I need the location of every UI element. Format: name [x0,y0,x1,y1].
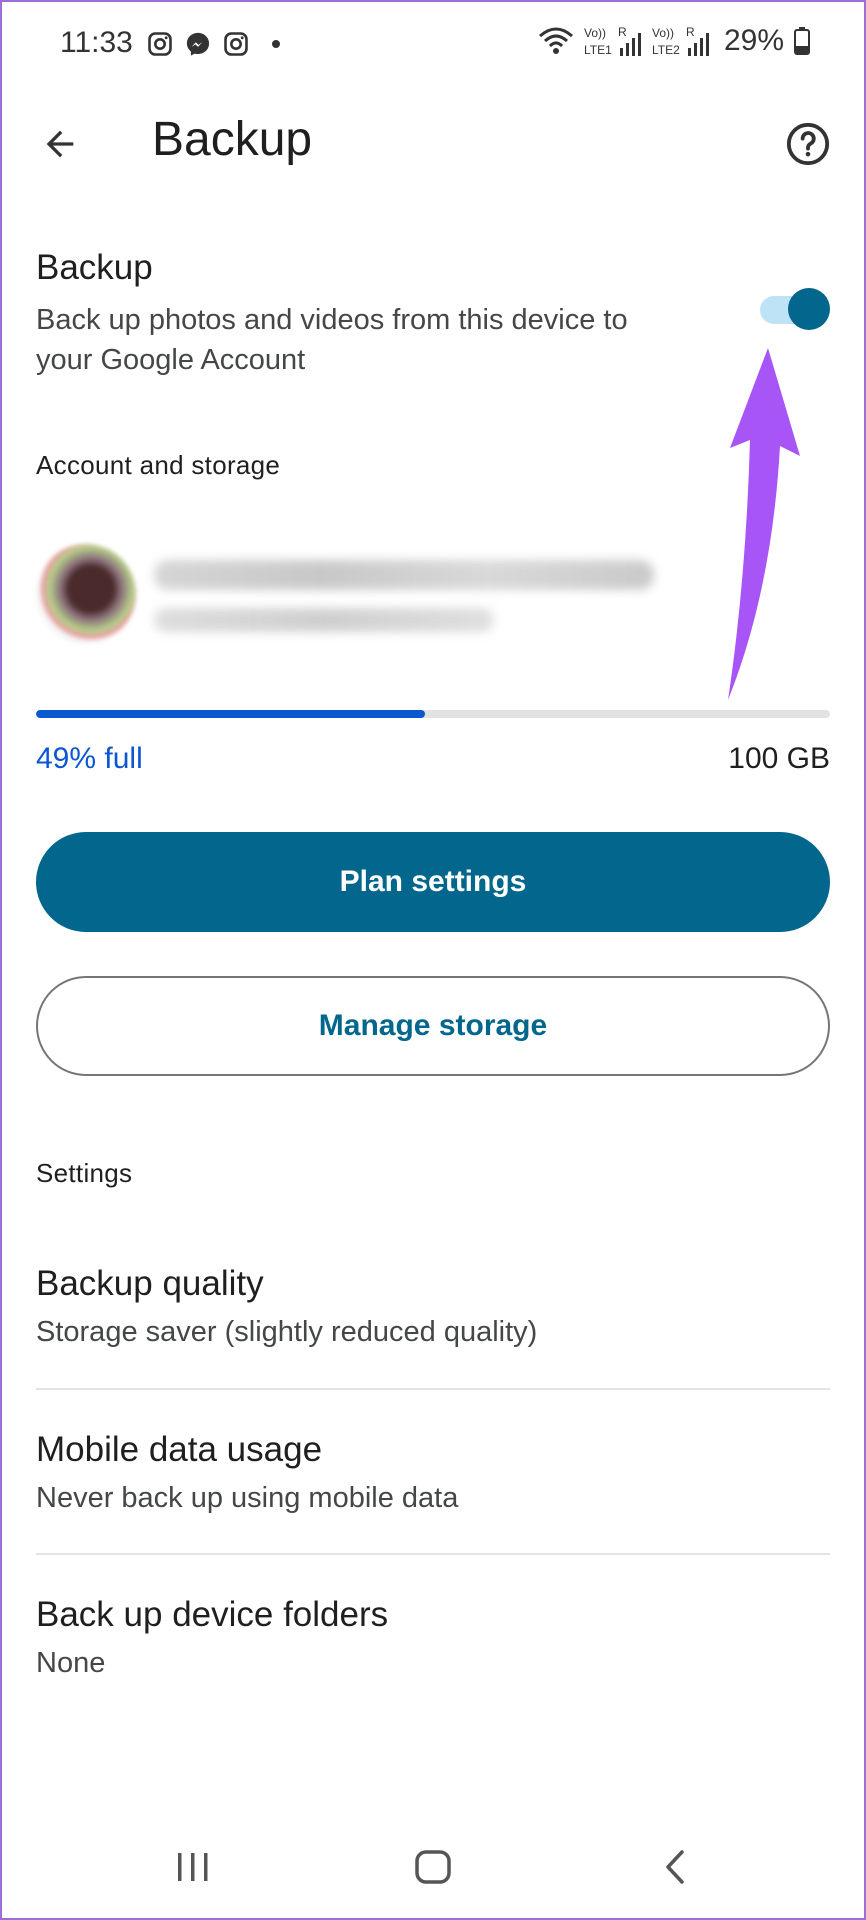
help-circle-icon [786,122,830,166]
settings-header: Settings [36,1158,133,1188]
back-icon [666,1850,684,1884]
setting-subtitle: Never back up using mobile data [36,1482,459,1514]
volte-label: Vo)) [652,26,674,40]
arrow-back-icon [46,130,74,158]
nav-back-button[interactable] [640,1840,710,1894]
switch-thumb [788,288,830,330]
backup-switch[interactable] [754,288,830,330]
divider [36,1388,830,1390]
storage-progress-fill [36,710,426,718]
signal-sim1-icon: Vo)) LTE1 R [584,25,641,57]
setting-title: Backup quality [36,1264,264,1303]
recents-button[interactable] [158,1840,228,1894]
sim1-label: LTE1 [584,43,612,57]
roaming-label: R [686,25,695,39]
back-button[interactable] [30,114,90,174]
nav-bar [0,1810,866,1920]
notification-dot [272,40,280,48]
setting-backup-quality[interactable]: Backup quality Storage saver (slightly r… [36,1262,830,1352]
volte-label: Vo)) [584,26,606,40]
setting-title: Mobile data usage [36,1430,323,1469]
account-email-redacted [154,560,654,590]
storage-total-label: 100 GB [728,742,830,775]
avatar [36,544,136,644]
battery-icon [794,27,810,55]
setting-subtitle: None [36,1647,106,1679]
status-time: 11:33 [60,26,133,59]
plan-settings-button[interactable]: Plan settings [36,832,830,932]
recents-icon [178,1853,208,1881]
page-title: Backup [152,113,313,166]
roaming-label: R [618,25,627,39]
messenger-icon [186,32,210,56]
app-bar: Backup [0,96,866,192]
home-icon [415,1850,451,1884]
divider [36,1553,830,1555]
instagram-icon [148,32,172,56]
status-system-icons: Vo)) LTE1 R Vo)) LTE2 R 29% [538,24,810,58]
backup-toggle-title: Backup [36,248,153,287]
home-button[interactable] [398,1840,468,1894]
status-notification-icons [146,30,280,58]
backup-toggle-description: Back up photos and videos from this devi… [36,304,628,376]
account-storage-header: Account and storage [36,450,281,480]
annotation-arrow [728,348,800,700]
signal-sim2-icon: Vo)) LTE2 R [652,25,709,57]
battery-percent: 29% [723,24,784,57]
setting-mobile-data-usage[interactable]: Mobile data usage Never back up using mo… [36,1428,830,1518]
manage-storage-button[interactable]: Manage storage [36,976,830,1076]
storage-used-label: 49% full [36,742,143,775]
account-name-redacted [154,608,494,632]
wifi-icon [538,27,573,54]
status-bar: 11:33 Vo)) LTE1 R Vo)) LTE2 R 29% [0,0,866,90]
sim2-label: LTE2 [652,43,680,57]
setting-device-folders[interactable]: Back up device folders None [36,1593,830,1683]
instagram-icon [224,32,248,56]
help-button[interactable] [778,114,838,174]
setting-subtitle: Storage saver (slightly reduced quality) [36,1316,538,1348]
setting-title: Back up device folders [36,1595,389,1634]
